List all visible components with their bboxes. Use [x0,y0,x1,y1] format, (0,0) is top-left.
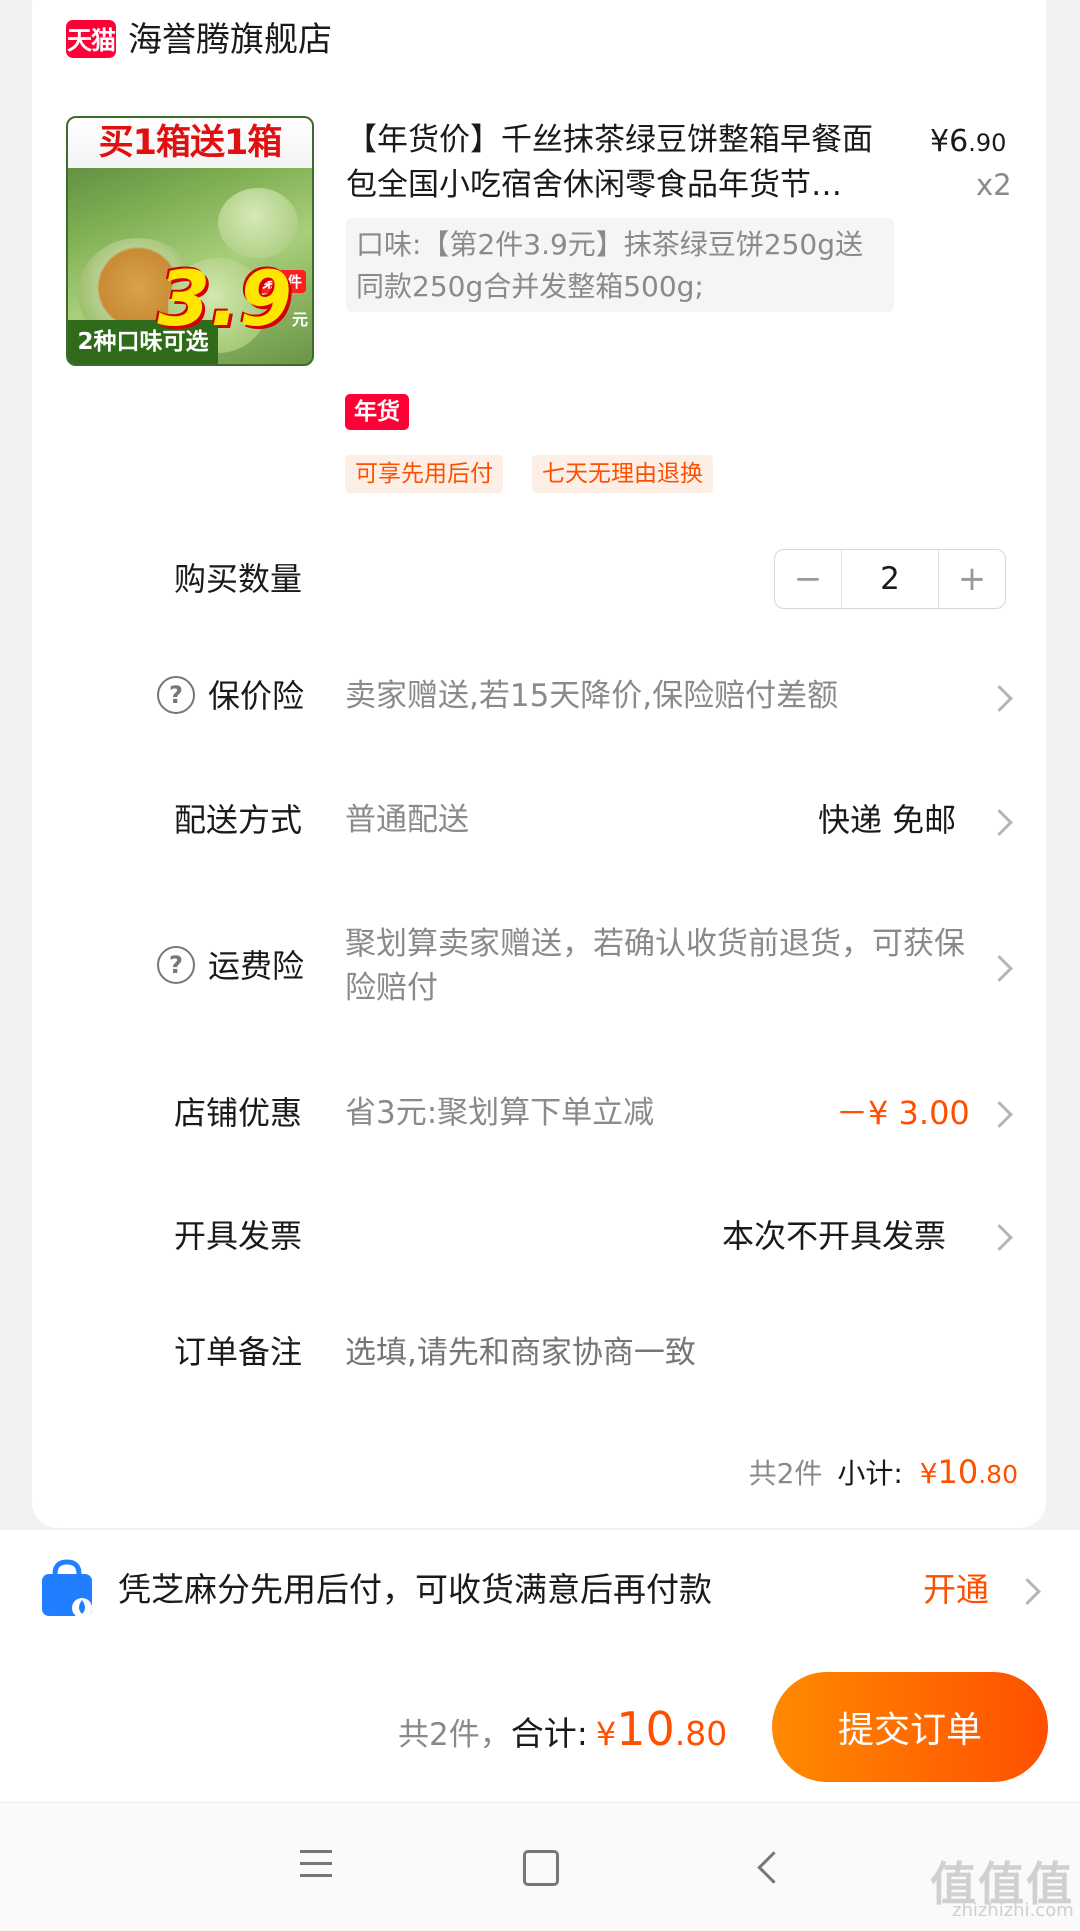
invoice-value: 本次不开具发票 [722,1217,947,1255]
decrement-button[interactable]: − [775,550,841,608]
product-quantity: x2 [976,168,1012,202]
quantity-label: 购买数量 [174,560,303,598]
increment-button[interactable]: + [939,550,1005,608]
discount-label: 店铺优惠 [174,1094,303,1132]
total-label: 合计: [510,1714,588,1753]
price-dec: .90 [968,129,1007,157]
product-image-price-unit: 元 [291,310,308,329]
home-icon[interactable] [523,1850,559,1886]
price-protection-desc: 卖家赠送,若15天降价,保险赔付差额 [345,678,839,714]
delivery-label: 配送方式 [174,801,303,839]
subtotal-label: 小计: [837,1457,903,1490]
discount-desc: 省3元:聚划算下单立减 [345,1095,655,1131]
note-label: 订单备注 [174,1333,303,1371]
shipping-insurance-label: 运费险 [208,947,305,985]
quantity-stepper[interactable]: − 2 + [774,549,1006,609]
help-icon[interactable]: ? [157,946,195,984]
store-name[interactable]: 海誉腾旗舰店 [128,18,332,62]
menu-icon[interactable] [300,1850,332,1880]
product-image-price: 3.9元 [157,259,308,360]
subtotal-count: 共2件 [748,1457,823,1490]
service-tag-return: 七天无理由退换 [532,455,713,493]
total-int: 10 [616,1702,675,1756]
total-summary: 共2件，合计: ¥10.80 [398,1702,727,1756]
total-dec: .80 [674,1714,728,1753]
note-input[interactable] [343,1324,997,1382]
invoice-label: 开具发票 [174,1217,303,1255]
delivery-value: 快递 免邮 [818,801,957,839]
subtotal-int: 10 [937,1453,979,1491]
cake-shape [218,188,298,258]
price-currency: ¥ [930,124,950,159]
quantity-value[interactable]: 2 [841,550,939,608]
service-tag-pay-later: 可享先用后付 [345,455,503,493]
product-price: ¥6.90 [930,124,1006,159]
product-title[interactable]: 【年货价】千丝抹茶绿豆饼整箱早餐面包全国小吃宿舍休闲零食品年货节… [346,118,900,208]
watermark-url: zhizhizhi.com [952,1900,1074,1921]
product-image-banner: 买1箱送1箱 [68,118,312,168]
product-image-price-value: 3.9 [157,254,292,343]
price-protection-label: 保价险 [208,677,305,715]
shopping-bag-icon [38,1558,96,1620]
discount-value: －¥ 3.00 [836,1094,970,1132]
shipping-insurance-desc: 聚划算卖家赠送，若确认收货前退货，可获保险赔付 [345,926,965,1006]
nianhuo-badge: 年货 [345,394,409,430]
product-image[interactable]: 买1箱送1箱 第2件 2种口味可选 3.9元 [66,116,314,366]
pay-later-text: 凭芝麻分先用后付，可收货满意后再付款 [118,1570,712,1609]
sku-selector[interactable]: 口味:【第2件3.9元】抹茶绿豆饼250g送同款250g合并发整箱500g; [346,218,894,312]
subtotal: 共2件 小计: ¥10.80 [749,1452,1018,1492]
help-icon[interactable]: ? [157,676,195,714]
submit-order-button[interactable]: 提交订单 [772,1672,1048,1782]
total-currency: ¥ [595,1715,617,1753]
price-int: 6 [949,124,969,159]
subtotal-dec: .80 [978,1460,1018,1489]
subtotal-currency: ¥ [919,1457,938,1490]
delivery-desc: 普通配送 [345,802,469,838]
pay-later-open-link[interactable]: 开通 [923,1568,989,1612]
tmall-logo-icon: 天猫 [66,20,116,58]
total-count: 共2件， [398,1717,511,1753]
